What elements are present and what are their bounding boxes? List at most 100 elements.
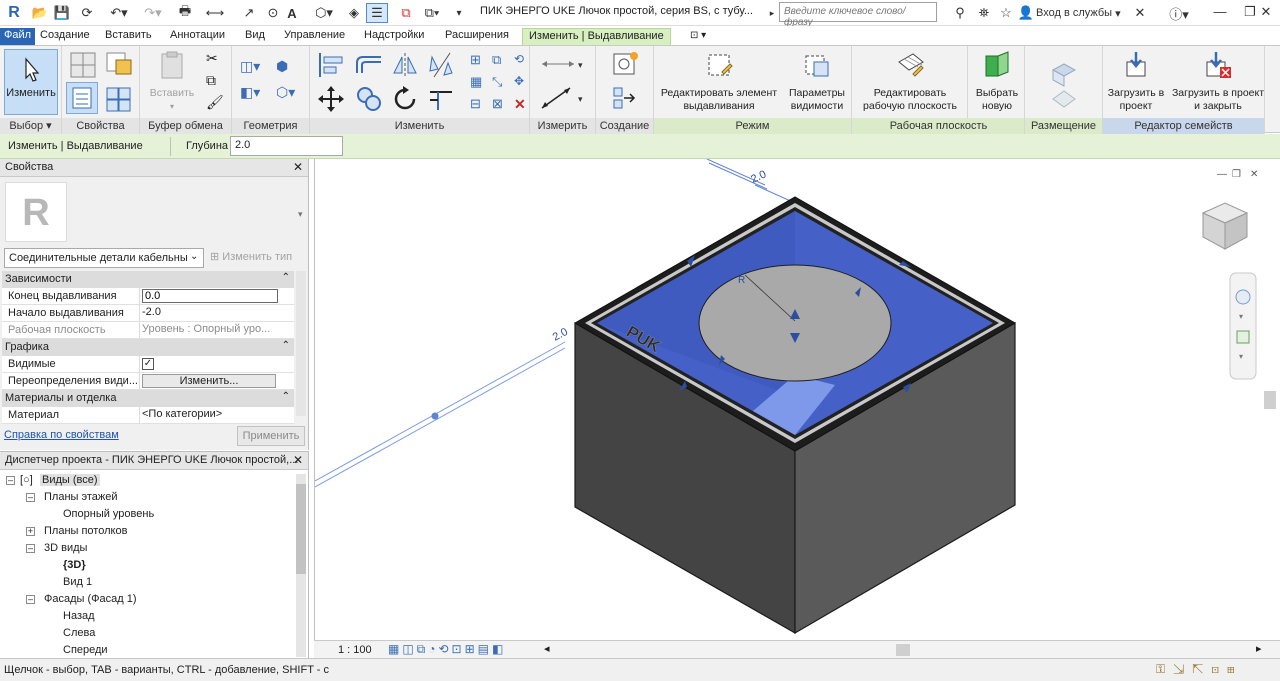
cut-geometry-icon[interactable]: ⬢ (276, 58, 300, 78)
depth-input[interactable]: 2.0 (230, 136, 343, 156)
dimension-icon[interactable]: ↗ (238, 3, 260, 23)
align-icon[interactable] (316, 51, 346, 79)
copy-elements-icon[interactable]: ⧉ (492, 52, 512, 72)
modify-button[interactable]: Изменить (4, 49, 58, 115)
viewport-hscroll-left-icon[interactable]: ◂ (544, 642, 550, 655)
type-preview-dropdown-icon[interactable]: ▾ (298, 209, 303, 220)
pick-new-button[interactable]: Выбрать новую (970, 50, 1024, 113)
tree-item[interactable]: Назад (2, 608, 292, 625)
binoculars-icon[interactable]: ⚲ (950, 3, 970, 23)
circular-opening[interactable] (698, 264, 892, 382)
type-selector-arrow-icon[interactable]: ⌄ (190, 251, 198, 262)
join-icon[interactable]: ◧▾ (240, 84, 270, 104)
navigation-bar[interactable]: ▾ ▾ (1229, 272, 1257, 380)
load-into-project-button[interactable]: Загрузить в проект (1103, 50, 1169, 113)
tab-extensions[interactable]: Расширения (445, 28, 509, 45)
visibility-override-edit-button[interactable]: Изменить... (142, 374, 276, 388)
tree-item[interactable]: {3D} (2, 557, 292, 574)
tag-icon[interactable]: ⊙ (264, 3, 282, 23)
cut-icon[interactable]: ✂ (206, 50, 226, 70)
prop-value[interactable] (140, 288, 294, 304)
text-icon[interactable]: A (284, 3, 300, 23)
zoom-icon[interactable] (1236, 330, 1250, 344)
tree-item[interactable]: – Фасады (Фасад 1) (2, 591, 292, 608)
exchange-icon[interactable]: ✕ (1130, 3, 1150, 23)
measure-between-icon[interactable]: ▾ (538, 54, 588, 74)
help-icon[interactable]: ⓘ▾ (1166, 3, 1192, 23)
user-icon[interactable]: 👤 (1018, 3, 1034, 23)
properties-help-link[interactable]: Справка по свойствам (4, 429, 119, 441)
tree-item[interactable]: Вид 1 (2, 574, 292, 591)
material-value[interactable]: <По категории> (140, 407, 294, 423)
offset-icon[interactable] (354, 51, 384, 79)
group-graphics[interactable]: Графика ⌃ (2, 339, 294, 356)
dimension-grip[interactable] (431, 412, 439, 420)
create-group-icon[interactable] (610, 82, 640, 112)
tab-create[interactable]: Создание (40, 28, 90, 45)
tree-item[interactable]: + Планы потолков (2, 523, 292, 540)
expand-search-icon[interactable]: ▸ (766, 3, 778, 23)
edit-extrusion-button[interactable]: Редактировать элемент выдавливания (658, 50, 780, 113)
family-types-icon[interactable] (66, 82, 98, 114)
tab-annotate[interactable]: Аннотации (170, 28, 225, 45)
copy-circles-icon[interactable] (354, 84, 384, 114)
group-materials[interactable]: Материалы и отделка ⌃ (2, 390, 294, 407)
open-folder-icon[interactable]: 📂 (30, 3, 50, 23)
create-similar-icon[interactable] (610, 50, 640, 80)
tab-view[interactable]: Вид (245, 28, 265, 45)
load-and-close-button[interactable]: Загрузить в проект и закрыть (1171, 50, 1265, 113)
sync-icon[interactable]: ⟳ (75, 3, 99, 23)
close-icon[interactable]: ✕ (1252, 2, 1280, 22)
browser-scrollbar[interactable] (296, 474, 306, 657)
paste-button[interactable]: Вставить ▾ (148, 50, 196, 113)
login-button[interactable]: Вход в службы ▾ (1036, 3, 1126, 23)
redo-icon[interactable]: ↷▾ (140, 3, 166, 23)
properties-icon[interactable] (68, 50, 98, 80)
tab-modify-extrusion[interactable]: Изменить | Выдавливание (522, 28, 671, 45)
rotate-icon[interactable] (390, 84, 420, 114)
undo-icon[interactable]: ↶▾ (106, 3, 132, 23)
viewport-hscroll-right-icon[interactable]: ▸ (1256, 642, 1262, 655)
3d-viewport[interactable]: 2.0 2.0 R PUK — ❐ ✕ ▾ ▾ (314, 158, 1280, 640)
mirror-draw-icon[interactable] (426, 51, 456, 79)
view-restore-icon[interactable]: ❐ (1232, 169, 1241, 180)
subscription-icon[interactable]: ⛯ (974, 3, 994, 23)
edit-workplane-button[interactable]: Редактировать рабочую плоскость (854, 50, 966, 113)
print-icon[interactable]: 🖶 (174, 3, 196, 23)
visibility-settings-button[interactable]: Параметры видимости (784, 50, 850, 113)
collapse-toggle-icon[interactable]: – (6, 476, 15, 485)
expand-toggle-icon[interactable]: + (26, 527, 35, 536)
tree-item[interactable]: –3D виды (2, 540, 292, 557)
collapse-toggle-icon[interactable]: – (26, 544, 35, 553)
split-face-icon[interactable]: ⬡▾ (276, 84, 302, 104)
type-properties-icon[interactable] (104, 50, 134, 80)
tree-item[interactable]: – Планы этажей (2, 489, 292, 506)
cope-icon[interactable]: ◫▾ (240, 58, 270, 78)
view-minimize-icon[interactable]: — (1217, 169, 1227, 180)
mirror-axis-icon[interactable] (390, 51, 420, 79)
match-properties-icon[interactable]: 🖌 (206, 94, 226, 114)
family-category-icon[interactable] (104, 84, 134, 114)
tab-insert[interactable]: Вставить (105, 28, 152, 45)
steering-wheel-icon[interactable] (1235, 289, 1251, 305)
radius-label-icon[interactable]: R (738, 275, 745, 286)
tree-item[interactable]: – [○] Виды (все) (2, 472, 292, 489)
view-control-icons[interactable]: ▦◫⧉◔⟲⊡⊞▤◧ (388, 642, 506, 657)
properties-scrollbar[interactable] (296, 271, 306, 416)
collapse-toggle-icon[interactable]: – (26, 595, 35, 604)
panel-select-title[interactable]: Выбор ▾ (0, 118, 61, 134)
search-input[interactable]: Введите ключевое слово/фразу (779, 2, 937, 28)
tree-item[interactable]: Спереди (2, 642, 292, 659)
scale-icon[interactable]: ⤡ (492, 74, 512, 94)
split-icon[interactable]: ⊟ (470, 96, 490, 116)
type-selector[interactable]: Соединительные детали кабельны (4, 248, 204, 268)
extrusion-end-input[interactable] (142, 289, 278, 303)
3d-view-icon[interactable]: ⬡▾ (312, 3, 336, 23)
paste-dropdown-icon[interactable]: ▾ (148, 100, 196, 113)
ribbon-minimize-icon[interactable]: ⊡ ▾ (690, 28, 706, 45)
view-scale[interactable]: 1 : 100 (338, 644, 372, 656)
viewcube-icon[interactable] (1201, 202, 1249, 250)
extrusion-start-value[interactable]: -2.0 (140, 305, 294, 321)
edit-type-button[interactable]: ⊞ Изменить тип (210, 250, 292, 263)
close-browser-icon[interactable]: ✕ (293, 453, 303, 467)
